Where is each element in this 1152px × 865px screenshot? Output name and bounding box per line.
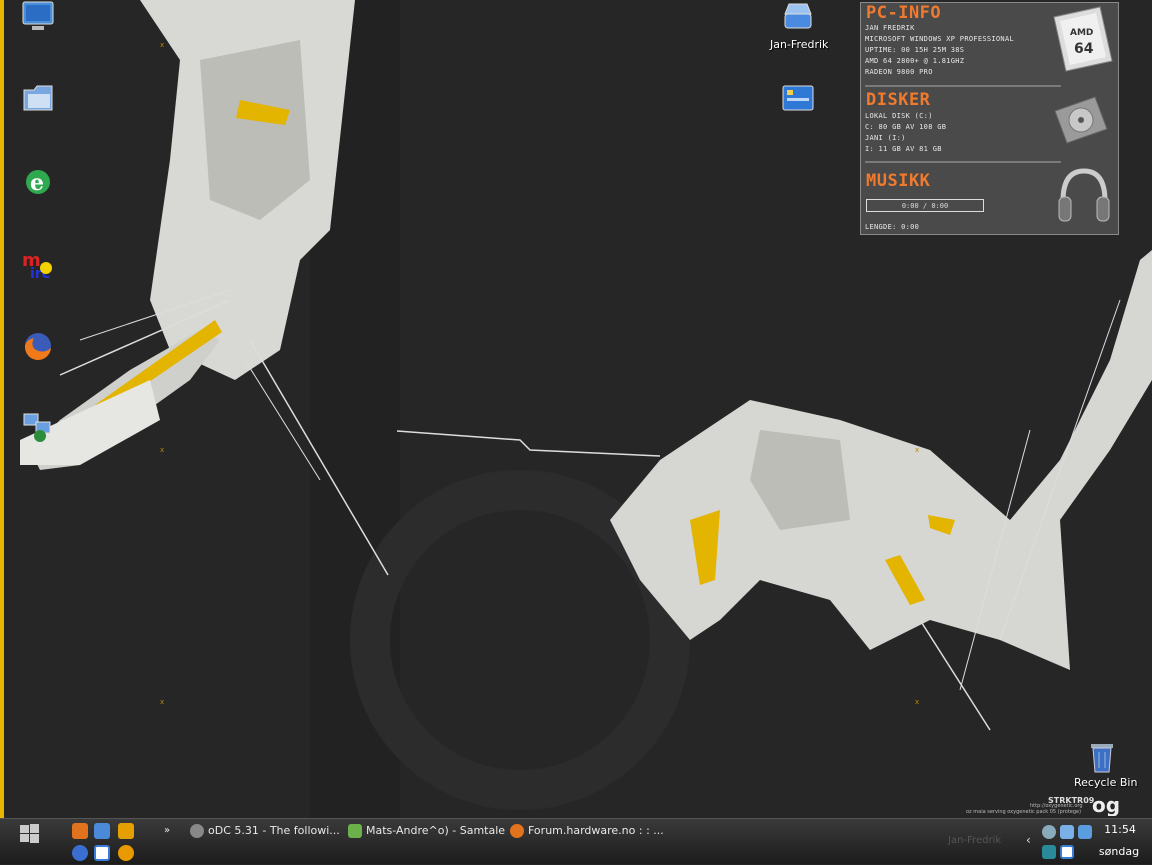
music-progress[interactable]: 0:00 / 0:00 — [866, 199, 984, 212]
drive-icon[interactable] — [780, 0, 820, 40]
disker-line: C: 80 GB av 108 GB — [865, 123, 947, 131]
internet-explorer-icon[interactable]: e — [20, 164, 60, 204]
clock[interactable]: 11:54 — [1100, 823, 1140, 836]
volume-tray-icon[interactable] — [1060, 825, 1074, 839]
mirc-icon[interactable]: m irc — [20, 246, 60, 286]
accent-bar — [0, 0, 4, 818]
tray-expand-icon[interactable]: ‹ — [1026, 833, 1031, 847]
winamp-icon[interactable] — [118, 823, 134, 839]
pcinfo-line: Jan Fredrik — [865, 24, 915, 32]
disker-line: I: 11 GB av 81 GB — [865, 145, 942, 153]
svg-text:og: og — [1092, 793, 1120, 816]
recycle-bin-label[interactable]: Recycle Bin — [1074, 776, 1137, 789]
hard-disk-icon — [1051, 93, 1111, 151]
app-tray-icon[interactable] — [1060, 845, 1074, 859]
network-places-icon[interactable] — [20, 410, 60, 450]
oxygenetic-logo: og — [1092, 792, 1126, 818]
odc-icon — [190, 824, 204, 838]
svg-text:x: x — [915, 446, 919, 454]
pcinfo-title: PC-INFO — [866, 3, 942, 23]
show-desktop-icon[interactable] — [94, 823, 110, 839]
amd-cpu-icon: AMD 64 — [1048, 5, 1116, 79]
quicklaunch-more-button[interactable]: » — [164, 820, 170, 842]
control-panel-icon[interactable] — [780, 82, 820, 122]
disker-line: Jani (I:) — [865, 134, 906, 142]
svg-text:x: x — [160, 41, 164, 49]
headphones-icon — [1055, 165, 1113, 233]
update-tray-icon[interactable] — [1042, 845, 1056, 859]
svg-text:AMD: AMD — [1070, 28, 1093, 38]
pcinfo-line: Radeon 9800 Pro — [865, 68, 933, 76]
faint-label: Jan-Fredrik — [948, 835, 1002, 846]
task-forum[interactable]: Forum.hardware.no : : ... — [510, 820, 664, 842]
svg-text:x: x — [160, 698, 164, 706]
pcinfo-line: AMD 64 2800+ @ 1.81GHz — [865, 57, 965, 65]
my-computer-icon[interactable] — [20, 0, 60, 40]
svg-text:x: x — [160, 446, 164, 454]
task-label: oDC 5.31 - The followi... — [208, 824, 340, 837]
firefox-quicklaunch-icon[interactable] — [72, 823, 88, 839]
media-player-icon[interactable] — [72, 845, 88, 861]
trillian-icon[interactable] — [118, 845, 134, 861]
recycle-bin-icon[interactable] — [1085, 738, 1125, 778]
svg-text:e: e — [30, 170, 44, 196]
musikk-title: MUSIKK — [866, 171, 931, 191]
my-documents-icon[interactable] — [20, 80, 60, 120]
disker-title: DISKER — [866, 90, 931, 110]
messenger-tray-icon[interactable] — [1078, 825, 1092, 839]
desktop: x x x x x e m irc Jan-Fredrik Recycle Bin… — [0, 0, 1152, 818]
start-button[interactable] — [18, 822, 42, 848]
disker-line: Lokal disk (C:) — [865, 112, 933, 120]
firefox-icon[interactable] — [20, 328, 60, 368]
music-length: Lengde: 0:00 — [865, 223, 920, 231]
watermark-credit: oz maia serving oxygenetic pack 05 (prot… — [966, 809, 1082, 815]
svg-text:x: x — [915, 698, 919, 706]
pcinfo-line: Microsoft Windows XP Professional — [865, 35, 1014, 43]
lite-step-icon[interactable] — [94, 845, 110, 861]
drive-label[interactable]: Jan-Fredrik — [770, 38, 828, 51]
task-label: Mats-Andre^o) - Samtale — [366, 824, 506, 837]
firefox-icon — [510, 824, 524, 838]
task-odc[interactable]: oDC 5.31 - The followi... — [190, 820, 340, 842]
separator — [865, 161, 1061, 163]
task-samtale[interactable]: Mats-Andre^o) - Samtale — [348, 820, 505, 842]
task-label: Forum.hardware.no : : ... — [528, 824, 664, 837]
day-label: søndag — [1098, 845, 1140, 858]
pcinfo-line: Uptime: 00 15h 25m 38s — [865, 46, 965, 54]
network-tray-icon[interactable] — [1042, 825, 1056, 839]
pc-info-widget: PC-INFO Jan Fredrik Microsoft Windows XP… — [860, 2, 1119, 235]
messenger-icon — [348, 824, 362, 838]
separator — [865, 85, 1061, 87]
taskbar: » oDC 5.31 - The followi... Mats-Andre^o… — [0, 818, 1152, 864]
svg-text:64: 64 — [1074, 41, 1094, 57]
